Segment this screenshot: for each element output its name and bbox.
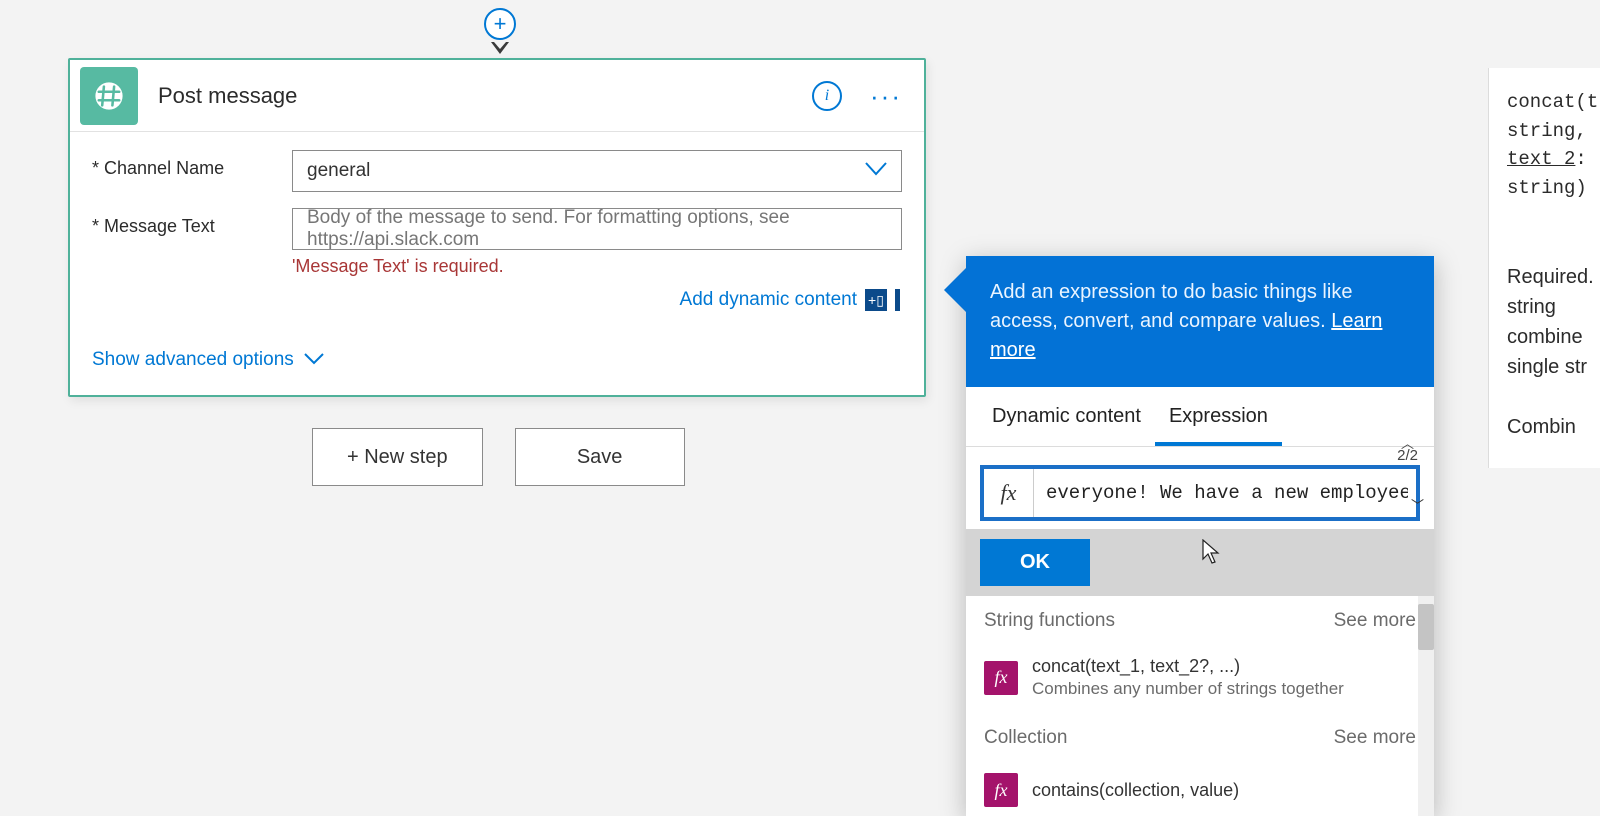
message-text-input[interactable]: Body of the message to send. For formatt… (292, 208, 902, 250)
section-collection: Collection See more (966, 713, 1434, 763)
message-text-error: 'Message Text' is required. (292, 256, 902, 277)
function-title: concat(text_1, text_2?, ...) (1032, 656, 1344, 677)
new-step-button[interactable]: + New step (312, 428, 483, 486)
section-title: Collection (984, 727, 1067, 749)
expression-input-wrap: ︿ 2/2 ﹀ fx everyone! We have a new emplo… (980, 465, 1420, 521)
expression-header-text: Add an expression to do basic things lik… (990, 281, 1352, 332)
expression-popup: Add an expression to do basic things lik… (966, 256, 1434, 816)
post-message-card: Post message i ··· Channel Name general … (68, 58, 926, 397)
add-dynamic-content-link[interactable]: Add dynamic content (680, 289, 857, 311)
connector: + (487, 0, 513, 58)
channel-name-label: Channel Name (92, 150, 292, 179)
more-icon[interactable]: ··· (870, 83, 902, 109)
arrow-down-icon (490, 40, 510, 54)
section-string-functions: String functions See more (966, 596, 1434, 646)
chevron-down-icon (865, 160, 887, 182)
card-title: Post message (158, 83, 812, 109)
see-more-link[interactable]: See more (1334, 727, 1416, 749)
function-contains[interactable]: fx contains(collection, value) (966, 763, 1434, 816)
doc-req-4: single str (1507, 352, 1600, 382)
show-advanced-options[interactable]: Show advanced options (70, 335, 924, 395)
match-counter: 2/2 (1397, 447, 1418, 464)
see-more-link[interactable]: See more (1334, 610, 1416, 632)
ok-button[interactable]: OK (980, 539, 1090, 586)
expression-input[interactable]: everyone! We have a new employee: ', ) (1034, 482, 1408, 504)
dynamic-content-icon[interactable]: +▯ (865, 289, 887, 311)
doc-signature-line1: concat(t (1507, 88, 1600, 117)
function-title: contains(collection, value) (1032, 780, 1239, 801)
next-match-icon[interactable]: ﹀ (1411, 495, 1424, 514)
tab-expression[interactable]: Expression (1155, 387, 1282, 446)
save-button[interactable]: Save (515, 428, 685, 486)
dynamic-content-icon-accent (895, 289, 900, 311)
function-doc-panel: concat(t string, text_2: string) Require… (1488, 68, 1600, 468)
slack-hash-icon (80, 67, 138, 125)
cursor-icon (1200, 539, 1222, 570)
section-title: String functions (984, 610, 1115, 632)
doc-req-2: string (1507, 292, 1600, 322)
doc-req-1: Required. (1507, 262, 1600, 292)
message-text-placeholder: Body of the message to send. For formatt… (307, 207, 887, 251)
tab-dynamic-content[interactable]: Dynamic content (978, 387, 1155, 446)
fx-icon: fx (984, 469, 1034, 517)
scrollbar-thumb[interactable] (1418, 604, 1434, 650)
callout-pointer (944, 268, 966, 312)
doc-signature-line2: string, (1507, 117, 1600, 146)
chevron-down-icon (304, 349, 324, 371)
function-concat[interactable]: fx concat(text_1, text_2?, ...) Combines… (966, 646, 1434, 713)
show-advanced-label: Show advanced options (92, 349, 294, 371)
fx-badge-icon: fx (984, 661, 1018, 695)
doc-signature-line4: string) (1507, 174, 1600, 203)
add-step-icon[interactable]: + (484, 8, 516, 40)
expression-header: Add an expression to do basic things lik… (966, 256, 1434, 387)
fx-badge-icon: fx (984, 773, 1018, 807)
function-list: String functions See more fx concat(text… (966, 596, 1434, 816)
function-desc: Combines any number of strings together (1032, 679, 1344, 699)
doc-signature-line3-suffix: : (1575, 148, 1586, 170)
doc-combine: Combin (1507, 412, 1600, 442)
card-header[interactable]: Post message i ··· (70, 60, 924, 132)
channel-name-value: general (307, 160, 370, 182)
scrollbar-track[interactable] (1418, 596, 1434, 816)
doc-req-3: combine (1507, 322, 1600, 352)
doc-signature-line3: text_2 (1507, 148, 1575, 170)
channel-name-select[interactable]: general (292, 150, 902, 192)
info-icon[interactable]: i (812, 81, 842, 111)
message-text-label: Message Text (92, 208, 292, 237)
